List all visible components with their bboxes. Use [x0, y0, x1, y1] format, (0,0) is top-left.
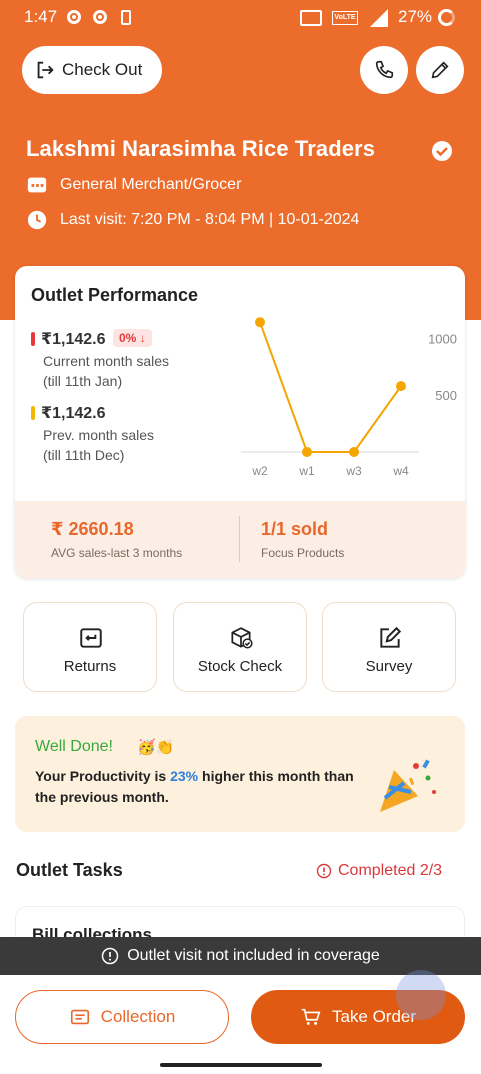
edit-button[interactable]: [416, 46, 464, 94]
receipt-icon: [70, 1009, 89, 1025]
cart-icon: [301, 1008, 321, 1025]
pencil-icon: [431, 61, 449, 79]
data-point-w3: [349, 447, 359, 457]
collection-label: Collection: [100, 1007, 176, 1026]
x-tick-label: w3: [345, 464, 362, 478]
check-out-label: Check Out: [62, 60, 143, 79]
info-icon: [316, 863, 332, 879]
stock-check-label: Stock Check: [197, 658, 283, 675]
footer-divider: [239, 516, 240, 562]
completed-count: Completed 2/3: [338, 862, 443, 879]
signal-icon: [370, 9, 388, 27]
home-indicator[interactable]: [160, 1063, 322, 1067]
outlet-performance-card[interactable]: Outlet Performance ₹1,142.6 0% ↓ Current…: [15, 266, 465, 578]
survey-label: Survey: [365, 658, 413, 675]
return-icon: [80, 628, 102, 648]
data-point-w2: [255, 317, 265, 328]
notification-icon: [67, 10, 81, 24]
battery-icon: [438, 9, 455, 26]
info-icon: [101, 947, 119, 965]
phone-icon: [375, 60, 394, 79]
store-category: General Merchant/Grocer: [60, 176, 242, 193]
party-popper-icon: [380, 759, 436, 812]
x-tick-label: w1: [298, 464, 315, 478]
x-tick-label: w4: [392, 464, 409, 478]
volte-icon: VoLTE: [332, 11, 358, 25]
sales-line: [259, 321, 402, 453]
store-name: Lakshmi Narasimha Rice Traders: [26, 136, 376, 161]
productivity-message: Your Productivity is 23% higher this mon…: [35, 766, 375, 808]
x-tick-label: w2: [251, 464, 268, 478]
returns-label: Returns: [63, 658, 117, 675]
battery-percent: 27%: [398, 7, 433, 26]
check-out-button[interactable]: Check Out: [22, 46, 162, 94]
productivity-text-start: Your Productivity is: [35, 768, 171, 784]
call-button[interactable]: [360, 46, 408, 94]
survey-button[interactable]: Survey: [322, 602, 456, 692]
logout-icon: [37, 61, 54, 79]
productivity-percent: 23%: [170, 768, 199, 784]
status-bar: 1:47 VoLTE 27%: [0, 0, 481, 34]
last-visit-row: Last visit: 7:20 PM - 8:04 PM | 10-01-20…: [26, 209, 359, 231]
weekly-sales-chart: 1000 500 w2 w1 w3 w4: [241, 317, 457, 478]
clock-icon: [27, 210, 47, 230]
verified-icon: [432, 141, 452, 161]
banner-title: Well Done!: [35, 738, 113, 755]
store-icon: [27, 177, 47, 193]
touch-indicator: [396, 970, 446, 1020]
avg-sales-label: AVG sales-last 3 months: [51, 546, 183, 560]
avg-sales-value: ₹ 2660.18: [51, 519, 134, 539]
returns-button[interactable]: Returns: [23, 602, 157, 692]
box-check-icon: [231, 627, 253, 649]
status-time: 1:47: [24, 7, 58, 26]
completed-status[interactable]: Completed 2/3: [316, 862, 442, 880]
notification-icon: [93, 10, 107, 24]
y-tick-label: 500: [435, 388, 457, 403]
outlet-tasks-title: Outlet Tasks: [16, 860, 123, 880]
collection-button[interactable]: Collection: [15, 990, 229, 1044]
focus-products-value: 1/1 sold: [261, 519, 329, 539]
focus-products-label: Focus Products: [261, 546, 345, 560]
toast-message: Outlet visit not included in coverage: [127, 947, 380, 964]
stock-check-button[interactable]: Stock Check: [173, 602, 307, 692]
celebration-emoji: 🥳👏: [137, 739, 175, 756]
category-row: General Merchant/Grocer: [26, 174, 241, 196]
coverage-toast: Outlet visit not included in coverage: [0, 937, 481, 975]
data-point-w4: [396, 381, 406, 392]
cast-icon: [300, 10, 322, 26]
battery-saver-icon: [121, 10, 131, 25]
survey-edit-icon: [380, 626, 402, 648]
y-tick-label: 1000: [428, 331, 457, 346]
data-point-w1: [302, 447, 312, 457]
last-visit-text: Last visit: 7:20 PM - 8:04 PM | 10-01-20…: [60, 211, 360, 228]
